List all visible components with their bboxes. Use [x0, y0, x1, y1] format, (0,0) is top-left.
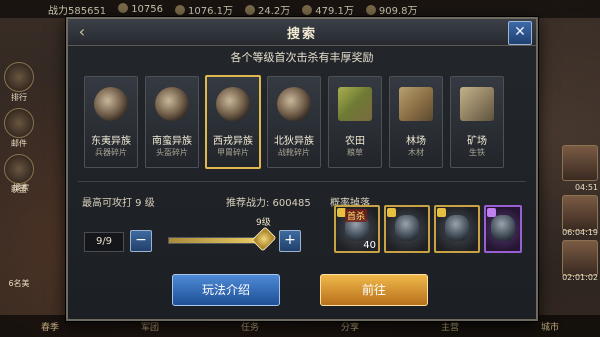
power-value: 战力585651 [48, 5, 107, 17]
tile-name: 东夷异族 [91, 136, 131, 147]
level-input[interactable]: 9/9 [84, 232, 124, 252]
tile-name: 林场 [406, 136, 426, 147]
tile-name: 农田 [345, 136, 365, 147]
tile-beidi[interactable]: 北狄异族 战靴碎片 [267, 76, 321, 168]
dongyi-warrior-icon [94, 87, 128, 121]
armor-piece-icon [395, 215, 419, 241]
tile-name: 西戎异族 [213, 136, 253, 147]
tile-name: 矿场 [467, 136, 487, 147]
tab-spring[interactable]: 春季 [41, 320, 59, 333]
divider [78, 181, 526, 182]
close-icon: ✕ [514, 24, 526, 40]
armor-piece-icon [491, 215, 515, 241]
fragment-icon [437, 208, 446, 217]
nanman-warrior-icon [155, 87, 189, 121]
dialog-header: ‹ 搜索 ✕ [68, 19, 536, 46]
tile-farm[interactable]: 农田 粮草 [328, 76, 382, 168]
right-sidebar: 04:51 06:04:19 02:01:02 [558, 40, 600, 320]
tile-reward: 战靴碎片 [278, 148, 310, 157]
tile-name: 北狄异族 [274, 136, 314, 147]
target-type-list: 东夷异族 兵器碎片 南蛮异族 头盔碎片 西戎异族 甲胄碎片 北狄异族 战靴碎片 … [84, 75, 524, 186]
level-increase-button[interactable]: + [279, 230, 301, 252]
tile-reward: 头盔碎片 [156, 148, 188, 157]
go-button[interactable]: 前往 [320, 274, 428, 306]
tab-task[interactable]: 任务 [241, 320, 259, 333]
fragment-icon [487, 208, 496, 217]
level-slider-handle[interactable] [251, 226, 277, 252]
tile-xirong[interactable]: 西戎异族 甲胄碎片 [205, 75, 261, 169]
timer-2: 06:04:19 [562, 228, 598, 237]
gold-icon [118, 3, 129, 13]
tile-lumber[interactable]: 林场 木材 [389, 76, 443, 168]
drop-list: 首杀 40 [334, 205, 524, 253]
max-attack-level: 最高可攻打 9 级 [82, 198, 155, 209]
drop-count: 40 [363, 240, 376, 251]
close-button[interactable]: ✕ [508, 21, 532, 45]
drop-item-2[interactable] [384, 205, 430, 253]
tab-legion[interactable]: 军团 [141, 320, 159, 333]
hero-avatar-1[interactable] [562, 145, 598, 181]
resource-wood: 24.2万 [245, 2, 290, 17]
drop-item-4[interactable] [484, 205, 522, 253]
gameplay-intro-button[interactable]: 玩法介绍 [172, 274, 280, 306]
tile-reward: 木材 [408, 148, 424, 157]
resource-silver: 909.8万 [365, 2, 418, 17]
fragment-icon [387, 208, 396, 217]
armor-piece-icon [445, 215, 469, 241]
drop-item-3[interactable] [434, 205, 480, 253]
recommended-power: 推荐战力: 600485 [226, 198, 311, 209]
tile-reward: 兵器碎片 [95, 148, 127, 157]
rank-label: 排行 [11, 93, 27, 102]
search-dialog: ‹ 搜索 ✕ 各个等级首次击杀有丰厚奖励 东夷异族 兵器碎片 南蛮异族 头盔碎片… [66, 17, 538, 321]
tile-reward: 粮草 [347, 148, 363, 157]
timer-3: 02:01:02 [562, 273, 598, 282]
minus-icon: − [135, 232, 147, 248]
first-kill-tag: 首杀 [345, 209, 368, 222]
hero-avatar-3[interactable] [562, 240, 598, 276]
food-icon [175, 4, 185, 15]
lumber-mill-icon [399, 87, 433, 121]
resource-gold: 10756 [118, 3, 163, 15]
tab-share[interactable]: 分享 [341, 320, 359, 333]
plus-icon: + [284, 232, 296, 248]
mine-icon [460, 87, 494, 121]
tile-reward: 甲胄碎片 [217, 148, 249, 157]
dialog-title: 搜索 [286, 27, 317, 42]
rank-button[interactable] [4, 62, 34, 92]
mail-label: 邮件 [11, 139, 27, 148]
xirong-warrior-icon [216, 87, 250, 121]
hero-avatar-2[interactable] [562, 195, 598, 231]
search-label: 搜索 [13, 183, 29, 192]
resource-food: 1076.1万 [175, 2, 233, 17]
reward-hint: 各个等级首次击杀有丰厚奖励 [230, 51, 374, 64]
timer-1: 04:51 [574, 183, 598, 192]
beidi-warrior-icon [277, 87, 311, 121]
left-status: 6名美 [8, 279, 30, 288]
tile-name: 南蛮异族 [152, 136, 192, 147]
wood-icon [245, 4, 255, 15]
level-decrease-button[interactable]: − [130, 230, 152, 252]
tab-city[interactable]: 城市 [541, 320, 559, 333]
tile-nanman[interactable]: 南蛮异族 头盔碎片 [145, 76, 199, 168]
farm-icon [338, 87, 372, 121]
tile-reward: 生铁 [469, 148, 485, 157]
tile-dongyi[interactable]: 东夷异族 兵器碎片 [84, 76, 138, 168]
drop-item-1[interactable]: 首杀 40 [334, 205, 380, 253]
tile-mine[interactable]: 矿场 生铁 [450, 76, 504, 168]
tab-camp[interactable]: 主营 [441, 320, 459, 333]
resource-iron: 479.1万 [302, 2, 354, 17]
left-sidebar: 排行 邮件 联盟 6名美 [0, 20, 40, 320]
resource-bar: 战力585651 10756 1076.1万 24.2万 479.1万 909.… [0, 0, 600, 18]
mail-button[interactable] [4, 108, 34, 138]
silver-icon [365, 4, 376, 15]
slider-level-label: 9级 [256, 218, 271, 228]
iron-icon [302, 4, 313, 15]
